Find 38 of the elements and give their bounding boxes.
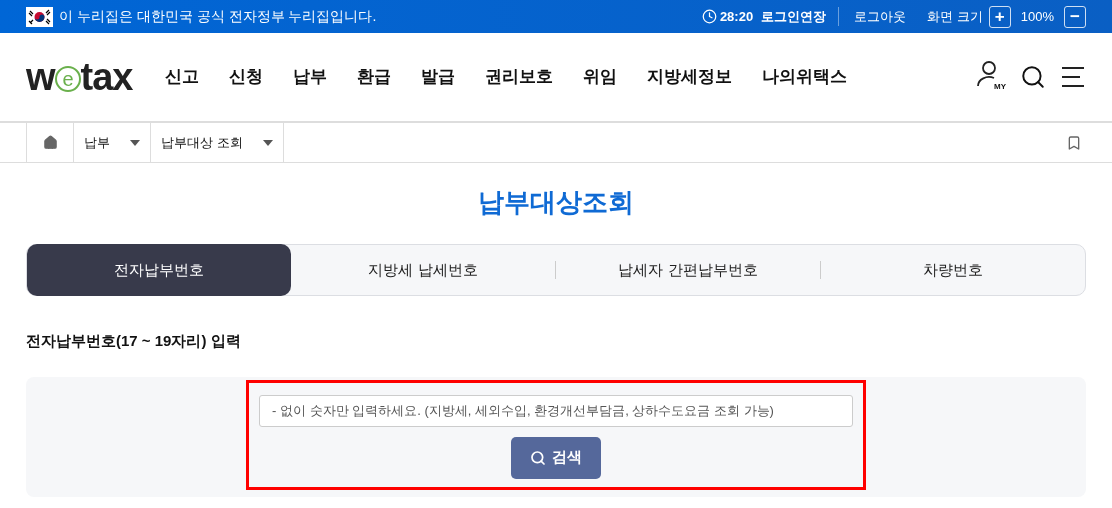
- home-icon[interactable]: [42, 135, 58, 150]
- extend-login-link[interactable]: 로그인연장: [761, 6, 840, 27]
- nav-menu-item[interactable]: 권리보호: [474, 64, 565, 90]
- zoom-in-button[interactable]: +: [988, 5, 1011, 28]
- menu-icon[interactable]: [1060, 66, 1086, 88]
- nav-menu-item[interactable]: 신청: [218, 64, 275, 90]
- search-button[interactable]: 검색: [511, 436, 601, 479]
- tab[interactable]: 전자납부번호: [27, 244, 291, 296]
- caret-icon: [262, 139, 273, 146]
- breadcrumb-dropdown[interactable]: 납부: [74, 123, 151, 162]
- nav-menu-item[interactable]: 나의위택스: [751, 64, 859, 90]
- breadcrumb-dropdown[interactable]: 납부대상 조회: [151, 123, 284, 162]
- nav-menu-item[interactable]: 환급: [346, 64, 403, 90]
- nav-menu-item[interactable]: 지방세정보: [636, 64, 744, 90]
- search-icon[interactable]: [1020, 64, 1046, 90]
- my-page-button[interactable]: MY: [976, 61, 1006, 93]
- tab[interactable]: 지방세 납세번호: [291, 245, 555, 295]
- banner-text: 이 누리집은 대한민국 공식 전자정부 누리집입니다.: [59, 7, 377, 26]
- payment-number-field[interactable]: - 없이 숫자만 입력하세요. (지방세, 세외수입, 환경개선부담금, 상하수도요금 조회 가능): [259, 394, 853, 427]
- logout-link[interactable]: 로그아웃: [839, 6, 922, 27]
- wetax-logo[interactable]: w e tax: [26, 58, 133, 96]
- nav-menu-item[interactable]: 신고: [154, 64, 211, 90]
- zoom-value: 100%: [1020, 7, 1054, 26]
- search-icon: [530, 449, 546, 466]
- nav-menu-item[interactable]: 납부: [282, 64, 339, 90]
- flag-icon: [26, 6, 53, 27]
- caret-icon: [130, 139, 140, 146]
- tab[interactable]: 납세자 간편납부번호: [556, 245, 820, 295]
- section-title: 전자납부번호(17 ~ 19자리) 입력: [26, 331, 241, 351]
- session-timer: 28:20: [719, 7, 754, 26]
- zoom-out-button[interactable]: −: [1064, 5, 1086, 28]
- zoom-label: 화면 크기: [927, 7, 983, 26]
- tab[interactable]: 차량번호: [821, 245, 1085, 295]
- clock-icon: [701, 9, 717, 24]
- nav-menu-item[interactable]: 발급: [410, 64, 467, 90]
- page-title: 납부대상조회: [478, 186, 634, 219]
- nav-menu-item[interactable]: 위임: [572, 64, 629, 90]
- bookmark-icon[interactable]: [1066, 134, 1082, 151]
